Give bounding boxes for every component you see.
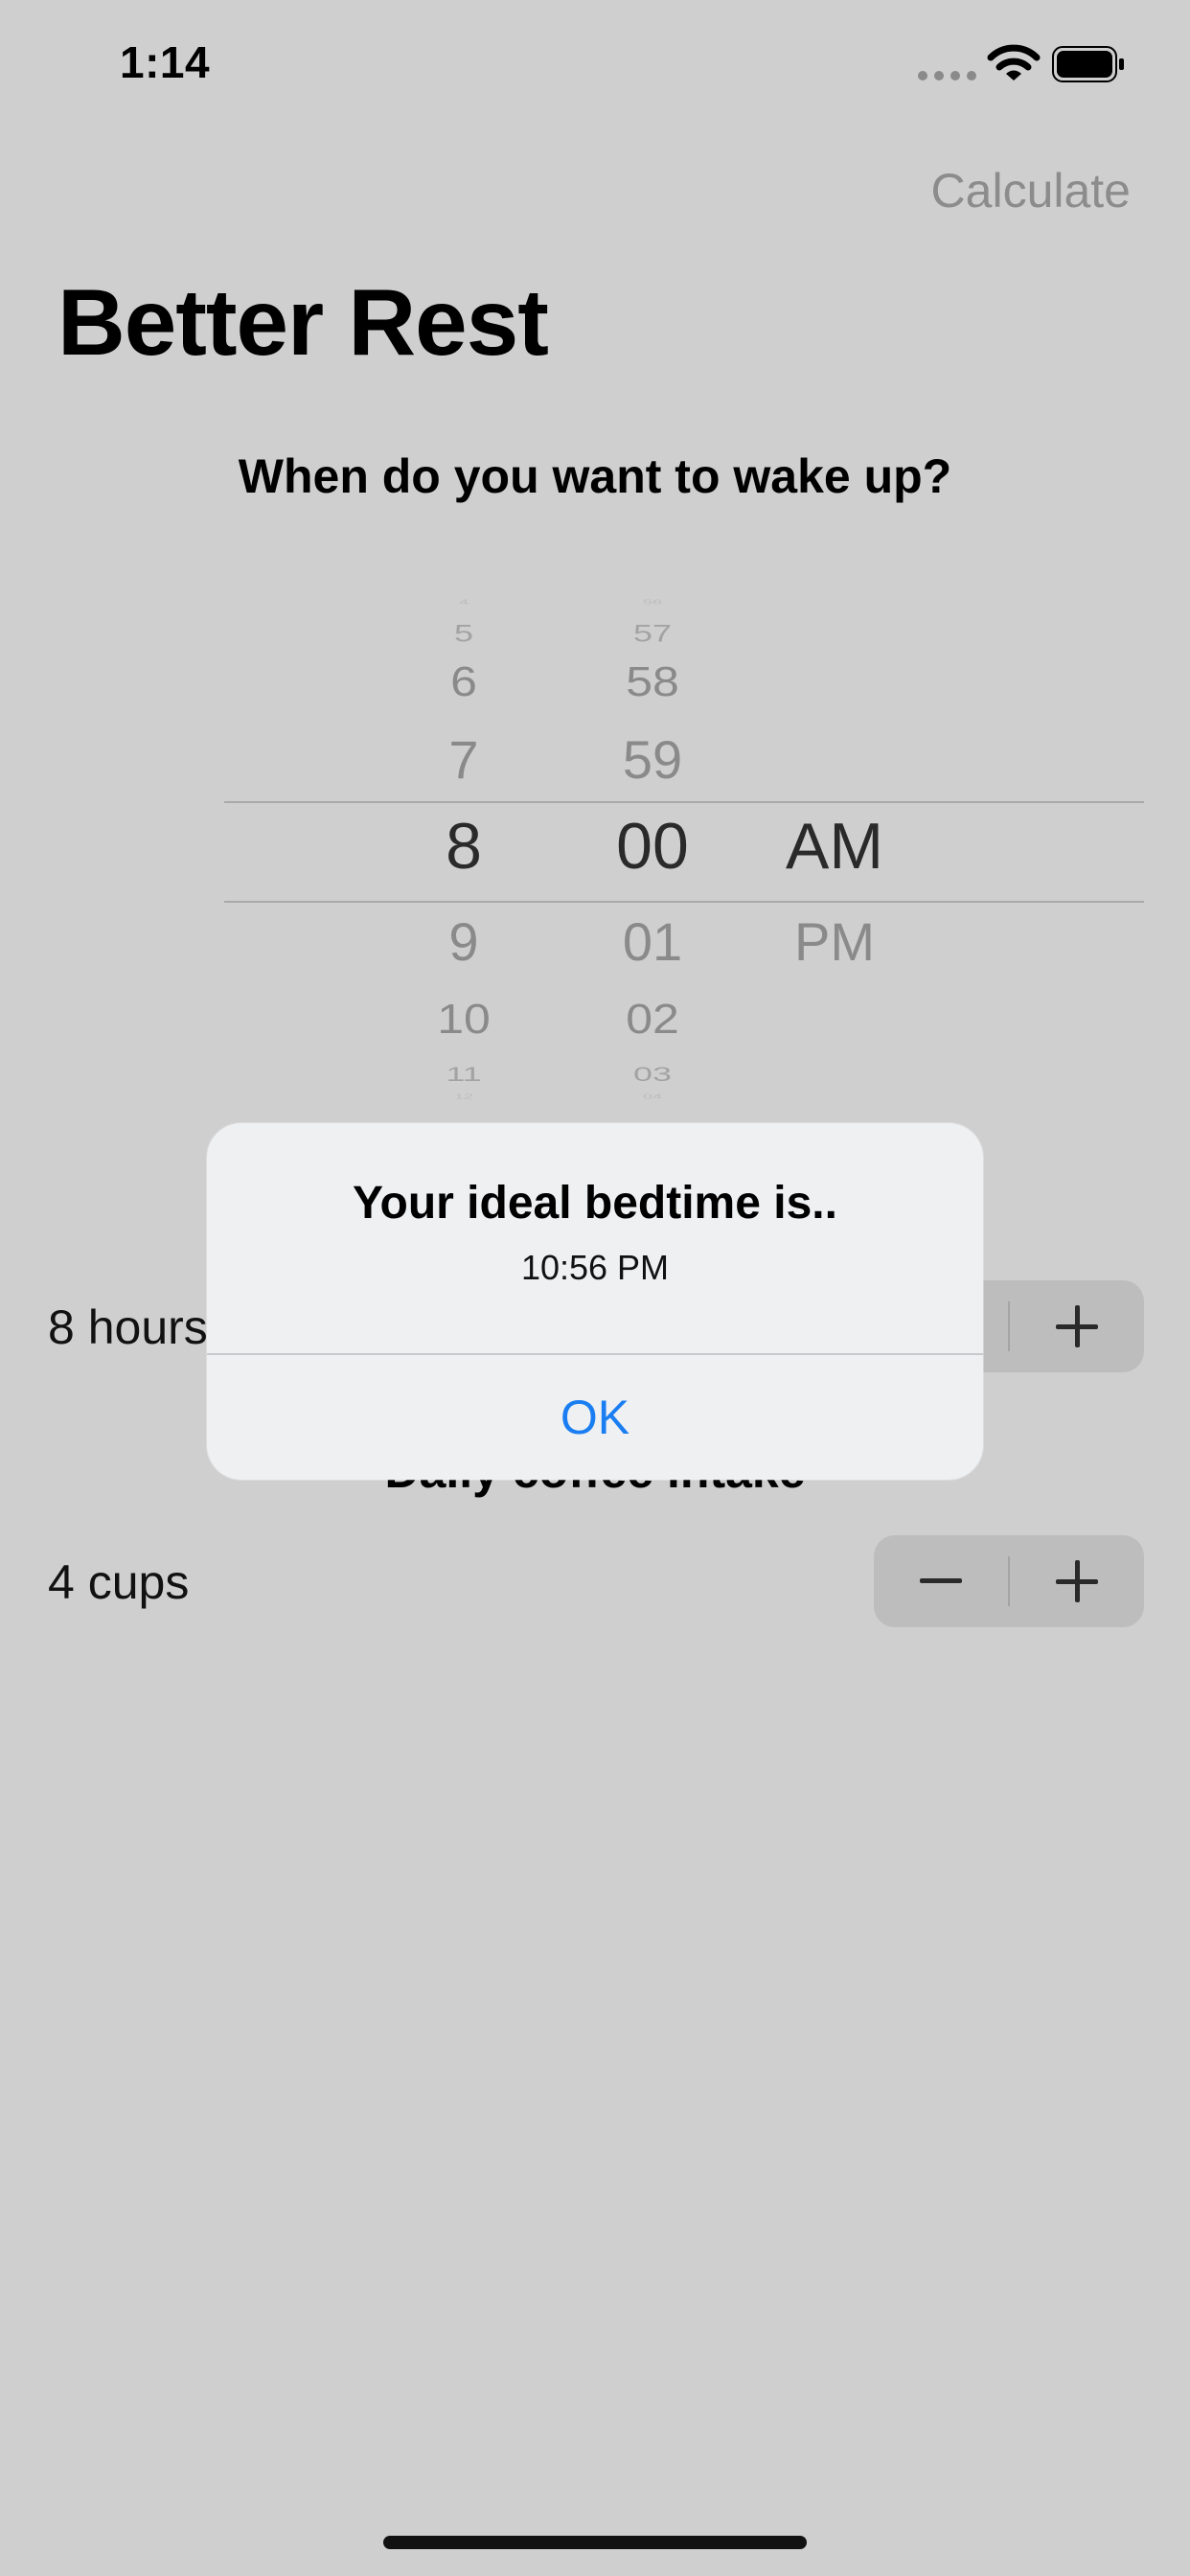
plus-icon: [1056, 1560, 1098, 1602]
wake-up-question: When do you want to wake up?: [238, 449, 952, 503]
coffee-amount-value: 4 cups: [48, 1555, 190, 1609]
wake-time-picker[interactable]: 4 5 6 7 8 9 10 11 12 56 57 58 59 00 01 0…: [224, 586, 1144, 1104]
battery-icon: [1052, 46, 1124, 82]
alert-title: Your ideal bedtime is..: [353, 1178, 837, 1229]
picker-minute-option: 56: [642, 598, 663, 607]
picker-hour-option: 4: [458, 598, 469, 607]
coffee-decrement-button[interactable]: [874, 1535, 1008, 1627]
page-title: Better Rest: [57, 269, 549, 375]
picker-minute-option: 04: [642, 1092, 663, 1101]
minus-icon: [920, 1578, 962, 1583]
wifi-icon: [987, 44, 1041, 80]
status-time: 1:14: [120, 37, 211, 87]
hour-wheel[interactable]: 4 5 6 7 8 9 10 11 12: [387, 586, 540, 1104]
picker-minute-option: 58: [626, 657, 679, 705]
picker-selection-bottom-line: [224, 901, 1144, 903]
picker-hour-option: 10: [437, 995, 491, 1043]
picker-period-option: PM: [794, 911, 875, 972]
cellular-signal-icon: [918, 71, 976, 80]
alert-ok-button[interactable]: OK: [207, 1355, 983, 1480]
picker-minute-option: 57: [632, 619, 673, 647]
home-indicator[interactable]: [383, 2536, 807, 2549]
picker-hour-option: 6: [450, 657, 477, 705]
coffee-increment-button[interactable]: [1010, 1535, 1144, 1627]
calculate-button[interactable]: Calculate: [931, 163, 1131, 218]
sleep-amount-value: 8 hours: [48, 1300, 208, 1354]
picker-hour-option: 11: [446, 1062, 482, 1086]
period-wheel[interactable]: AM PM: [753, 586, 916, 1104]
picker-selection-top-line: [224, 801, 1144, 803]
picker-hour-selected: 8: [446, 810, 482, 883]
picker-hour-option: 12: [453, 1092, 474, 1101]
picker-hour-option: 9: [448, 911, 479, 972]
minute-wheel[interactable]: 56 57 58 59 00 01 02 03 04: [571, 586, 734, 1104]
bedtime-alert: Your ideal bedtime is.. 10:56 PM OK: [207, 1123, 983, 1480]
alert-message: 10:56 PM: [520, 1248, 670, 1287]
coffee-amount-stepper[interactable]: [874, 1535, 1144, 1627]
plus-icon: [1056, 1305, 1098, 1347]
picker-minute-option: 03: [632, 1062, 673, 1086]
picker-period-selected: AM: [786, 810, 883, 883]
picker-hour-option: 5: [453, 619, 474, 647]
picker-minute-option: 02: [626, 995, 679, 1043]
picker-hour-option: 7: [448, 729, 479, 790]
sleep-increment-button[interactable]: [1010, 1280, 1144, 1372]
picker-minute-selected: 00: [616, 810, 689, 883]
picker-minute-option: 01: [622, 911, 683, 972]
picker-minute-option: 59: [622, 729, 683, 790]
